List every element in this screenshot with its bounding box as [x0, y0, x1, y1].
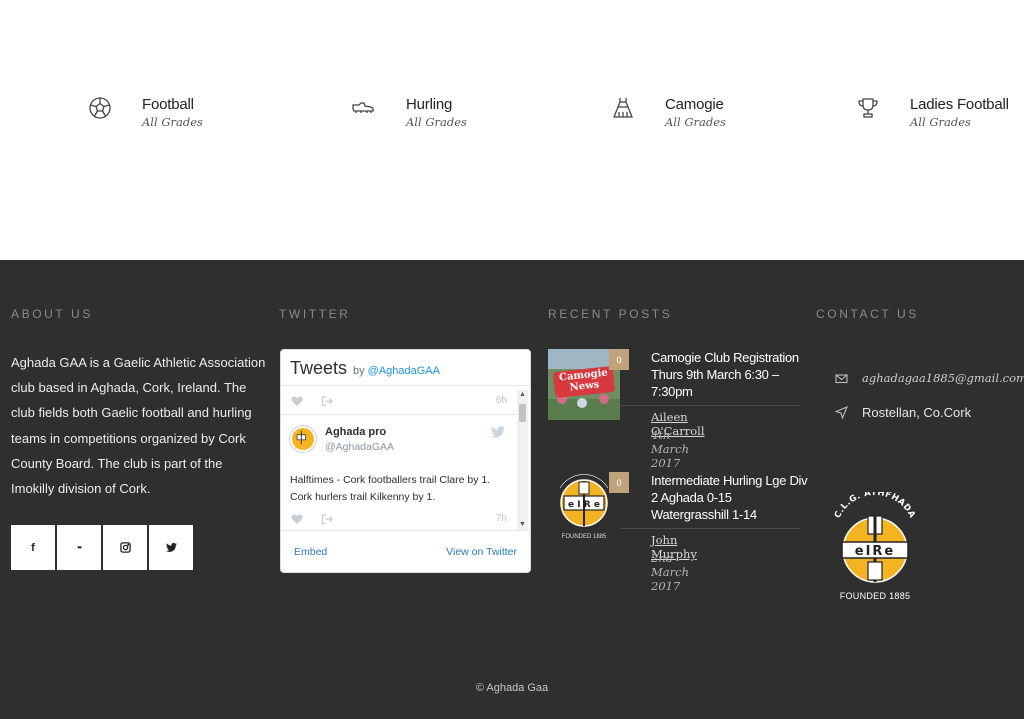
tweet[interactable]: Aghada pro @AghadaGAA Halftimes - Cork f…: [281, 415, 517, 509]
flickr-button[interactable]: ••: [57, 525, 101, 570]
sport-grade: All Grades: [665, 115, 726, 129]
tweets-handle-link[interactable]: @AghadaGAA: [368, 365, 440, 377]
tweet-avatar[interactable]: [290, 426, 316, 452]
tweet-time: 7h: [495, 512, 507, 524]
recent-posts-title: Recent Posts: [548, 307, 673, 321]
sport-grade: All Grades: [406, 115, 467, 129]
sport-ladies-football[interactable]: Ladies Football All Grades: [856, 96, 1009, 130]
sport-name: Football: [142, 96, 194, 113]
tweets-heading: Tweets: [290, 358, 348, 378]
tweet-timeline[interactable]: 6h Aghada pro @AghadaGAA Halftimes - Cor…: [281, 387, 517, 531]
about-text: Aghada GAA is a Gaelic Athletic Associat…: [11, 355, 266, 497]
embed-link[interactable]: Embed: [294, 546, 327, 558]
scroll-down-arrow-icon[interactable]: ▼: [517, 520, 528, 530]
sport-name: Ladies Football: [910, 96, 1009, 113]
post-date: 2nd March 2017: [651, 551, 689, 593]
contact-address-row: Rostellan, Co.Cork: [835, 405, 971, 420]
social-links: f ••: [11, 525, 193, 570]
facebook-button[interactable]: f: [11, 525, 55, 570]
facebook-icon: f: [31, 541, 35, 554]
share-icon[interactable]: [321, 395, 333, 407]
hurling-boot-icon: [351, 96, 375, 120]
post-thumbnail-caption: FOUNDED 1885: [561, 534, 607, 540]
twitter-button[interactable]: [149, 525, 193, 570]
trophy-icon: [856, 96, 880, 120]
camogie-dress-icon: [611, 96, 635, 120]
tweet-actions-top: 6h: [281, 387, 517, 415]
flickr-icon: ••: [77, 543, 82, 552]
tweets-by: by: [353, 365, 365, 377]
heart-icon[interactable]: [291, 512, 303, 524]
sports-strip: Football All Grades Hurling All Grades C…: [0, 0, 1024, 260]
football-icon: [88, 96, 112, 120]
envelope-icon: [835, 372, 848, 385]
timeline-scrollbar[interactable]: ▲ ▼: [517, 390, 528, 530]
heart-icon[interactable]: [291, 395, 303, 407]
sport-camogie[interactable]: Camogie All Grades: [611, 96, 726, 130]
scroll-up-arrow-icon[interactable]: ▲: [517, 390, 528, 400]
post-divider: [620, 528, 800, 529]
instagram-button[interactable]: [103, 525, 147, 570]
tweet-text: Halftimes - Cork footballers trail Clare…: [290, 474, 491, 503]
post-title[interactable]: Intermediate Hurling Lge Div 2 Aghada 0-…: [651, 472, 811, 523]
location-arrow-icon: [835, 406, 848, 419]
tweet-author-name[interactable]: Aghada pro: [325, 426, 386, 438]
contact-title: Contact Us: [816, 307, 919, 321]
contact-email-row[interactable]: aghadagaa1885@gmail.com: [835, 371, 1024, 385]
comment-count-badge[interactable]: 0: [609, 349, 629, 370]
sport-name: Hurling: [406, 96, 453, 113]
post-date: 4th March 2017: [651, 428, 689, 470]
crest-caption: FOUNDED 1885: [839, 591, 911, 601]
sport-grade: All Grades: [910, 115, 971, 129]
scrollbar-thumb[interactable]: [519, 404, 526, 422]
site-footer: About Us Aghada GAA is a Gaelic Athletic…: [0, 260, 1024, 719]
post-title[interactable]: Camogie Club Registration Thurs 9th Marc…: [651, 349, 811, 400]
instagram-icon: [119, 542, 131, 553]
twitter-bird-icon[interactable]: [491, 426, 505, 438]
sport-football[interactable]: Football All Grades: [88, 96, 203, 130]
club-crest-logo: C.L.G. ATHFHADA eIRe FOUNDED 1885: [828, 488, 922, 602]
copyright: © Aghada Gaa: [475, 682, 549, 694]
twitter-icon: [165, 542, 177, 553]
twitter-widget-header: Tweets by @AghadaGAA: [281, 350, 530, 386]
twitter-title: Twitter: [279, 307, 351, 321]
twitter-widget-footer: Embed View on Twitter: [281, 530, 530, 572]
twitter-widget: Tweets by @AghadaGAA 6h Aghada pro @Agha…: [280, 349, 531, 573]
sport-hurling[interactable]: Hurling All Grades: [351, 96, 467, 130]
tweet-time: 6h: [495, 395, 507, 406]
contact-email[interactable]: aghadagaa1885@gmail.com: [862, 371, 1024, 385]
contact-address: Rostellan, Co.Cork: [862, 405, 972, 420]
tweet-actions-bottom: 7h: [281, 505, 517, 531]
svg-text:eIRe: eIRe: [855, 544, 895, 559]
view-on-twitter-link[interactable]: View on Twitter: [446, 546, 517, 558]
comment-count-badge[interactable]: 0: [609, 472, 629, 493]
tweet-author-handle[interactable]: @AghadaGAA: [325, 441, 394, 453]
share-icon[interactable]: [321, 512, 333, 525]
sport-grade: All Grades: [142, 115, 203, 129]
post-divider: [620, 405, 800, 406]
svg-text:e I R e: e I R e: [568, 500, 600, 510]
about-title: About Us: [11, 307, 93, 321]
sport-name: Camogie: [665, 96, 724, 113]
